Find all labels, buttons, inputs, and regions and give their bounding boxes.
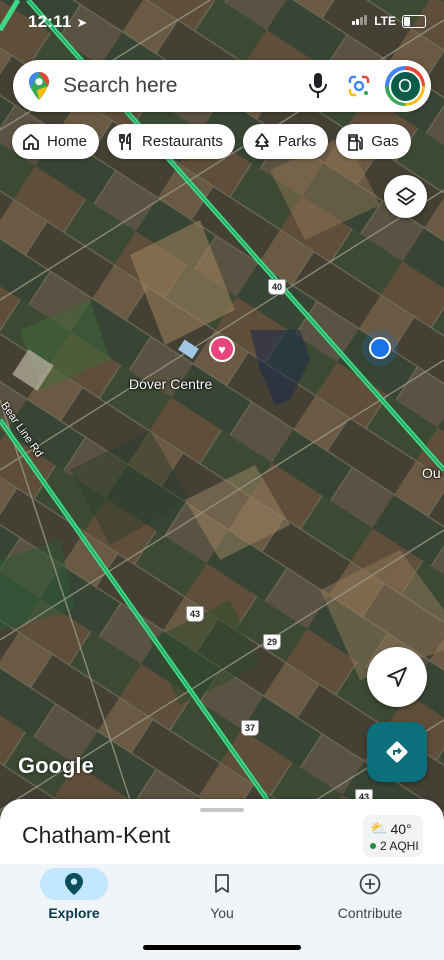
heart-icon: ♥: [218, 341, 226, 357]
fork-knife-icon: [119, 132, 131, 150]
avatar-initial: O: [388, 69, 422, 103]
tab-explore[interactable]: Explore: [0, 868, 148, 921]
current-location-dot: [369, 337, 391, 359]
tab-label: You: [210, 905, 234, 921]
chip-parks[interactable]: Parks: [242, 124, 329, 159]
my-location-button[interactable]: [367, 647, 427, 707]
partly-sunny-icon: ⛅: [370, 820, 388, 836]
network-label: LTE: [374, 14, 396, 28]
navigation-arrow-icon: [387, 667, 407, 687]
route-shield: 37: [241, 720, 260, 736]
home-indicator: [143, 945, 301, 950]
home-icon: [23, 133, 39, 150]
google-lens-icon[interactable]: [347, 74, 371, 98]
status-indicators: LTE: [352, 14, 426, 28]
saved-place-marker[interactable]: ♥: [209, 336, 235, 362]
chip-label: Home: [47, 133, 88, 150]
air-quality-dot: [370, 843, 376, 849]
battery-icon: [402, 14, 426, 28]
microphone-icon[interactable]: [307, 72, 329, 100]
tab-contribute[interactable]: Contribute: [296, 868, 444, 921]
air-quality: 2 AQHI: [380, 839, 419, 853]
layers-icon: [395, 186, 416, 205]
route-shield: 40: [268, 279, 287, 295]
tab-label: Contribute: [337, 905, 403, 921]
tab-you[interactable]: You: [148, 868, 296, 921]
route-shield: 43: [186, 606, 205, 622]
location-arrow-icon: ➤: [76, 15, 88, 30]
current-area-name[interactable]: Chatham-Kent: [22, 822, 170, 849]
google-attribution: Google: [18, 753, 94, 778]
directions-button[interactable]: [367, 722, 427, 782]
gas-pump-icon: [348, 133, 364, 151]
add-circle-icon: [336, 868, 404, 900]
explore-pin-icon: [40, 868, 108, 900]
layers-button[interactable]: [384, 175, 427, 218]
chip-gas[interactable]: Gas: [336, 124, 411, 159]
chip-home[interactable]: Home: [12, 124, 100, 159]
chip-label: Parks: [277, 133, 317, 150]
maps-pin-icon: [29, 72, 49, 100]
account-avatar[interactable]: O: [385, 66, 425, 106]
tab-label: Explore: [48, 905, 100, 921]
edge-place-label: Ou: [422, 465, 441, 481]
tree-icon: [255, 132, 269, 150]
bookmark-icon: [188, 868, 256, 900]
search-placeholder[interactable]: Search here: [63, 74, 307, 98]
place-label[interactable]: Dover Centre: [129, 376, 212, 392]
directions-icon: [386, 741, 408, 763]
category-chips: Home Restaurants Parks Gas: [12, 124, 411, 159]
status-time: 12:11 ➤: [28, 12, 88, 31]
route-shield: 29: [263, 634, 282, 650]
chip-restaurants[interactable]: Restaurants: [107, 124, 235, 159]
search-bar[interactable]: Search here O: [13, 60, 431, 112]
sheet-drag-handle[interactable]: [200, 808, 244, 812]
weather-chip[interactable]: ⛅ 40° 2 AQHI: [363, 815, 423, 857]
signal-icon: [352, 14, 368, 28]
temperature: 40°: [390, 820, 412, 837]
chip-label: Gas: [371, 133, 399, 150]
chip-label: Restaurants: [142, 133, 223, 150]
